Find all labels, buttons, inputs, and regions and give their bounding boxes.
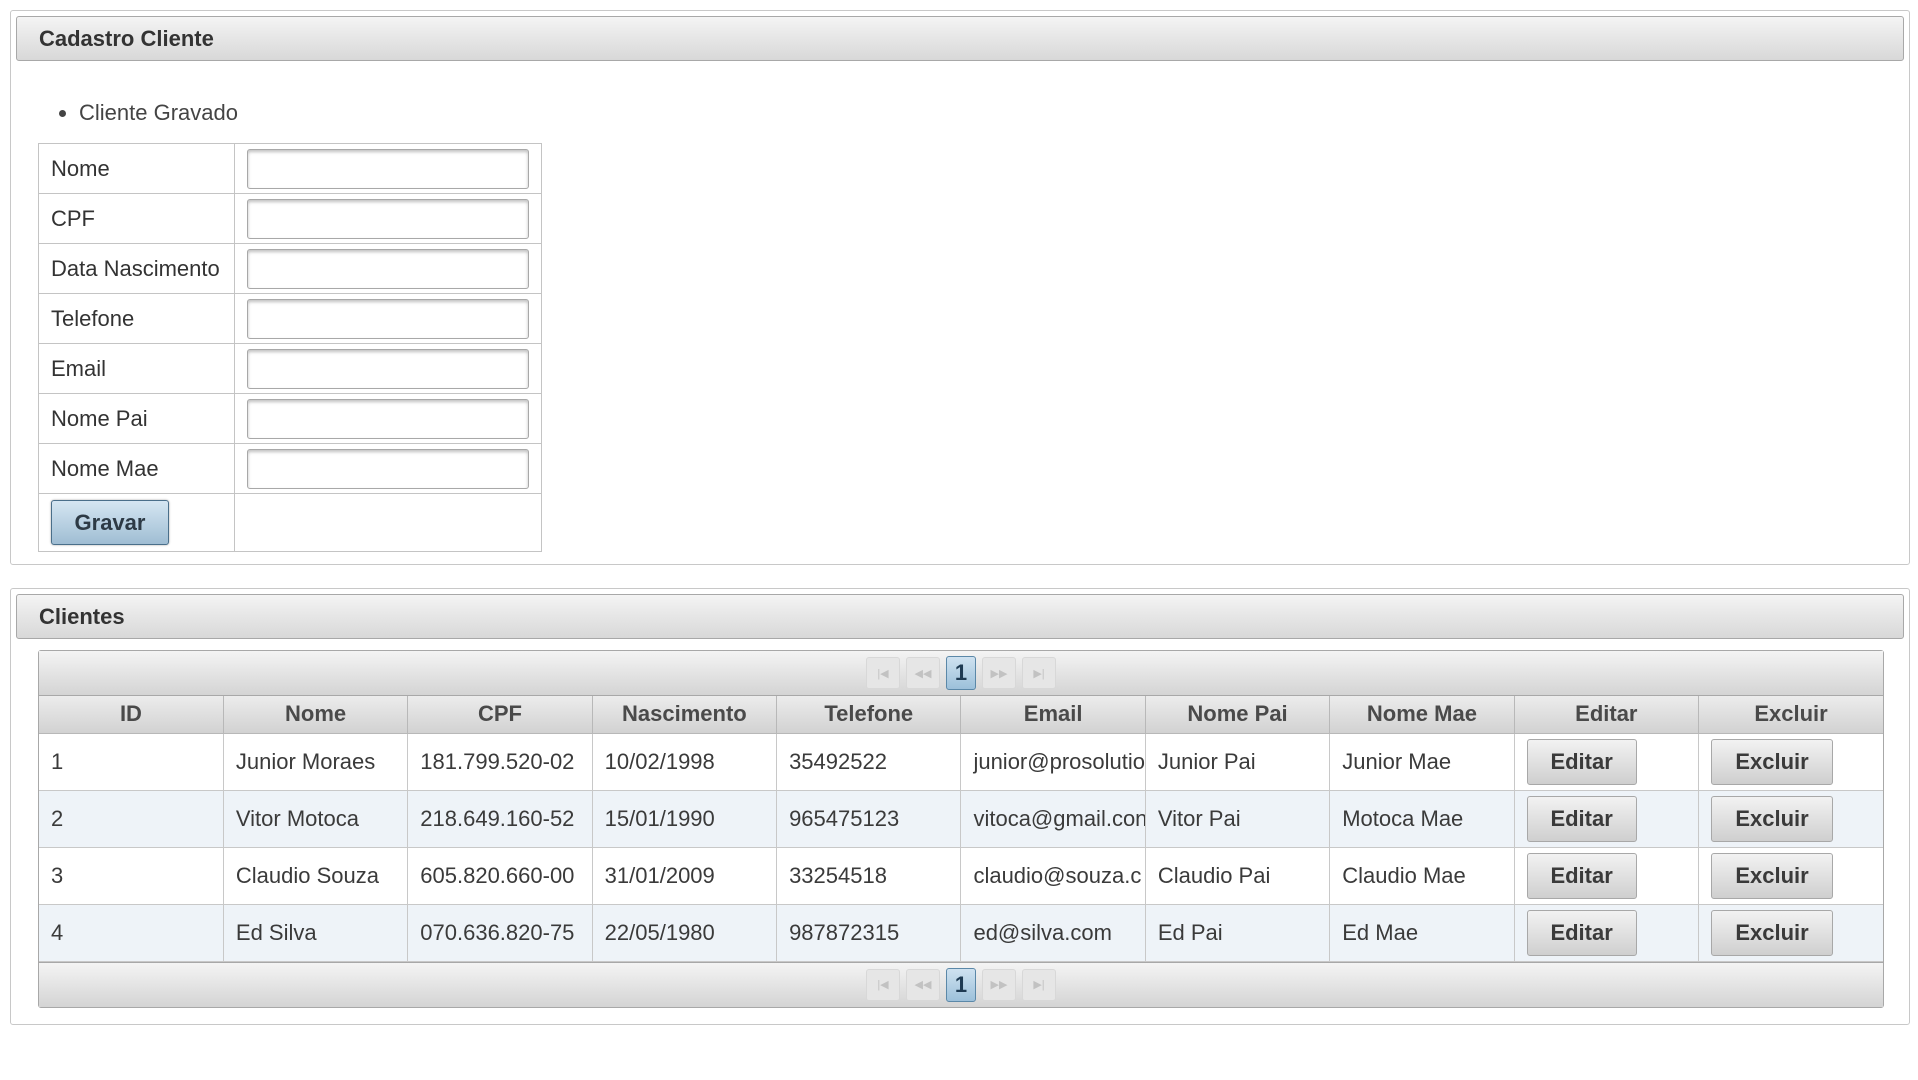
col-telefone[interactable]: Telefone bbox=[776, 696, 962, 734]
prev-page-icon[interactable]: ◀◀ bbox=[906, 657, 940, 689]
table-header-row: ID Nome CPF Nascimento Telefone Email No… bbox=[39, 696, 1883, 734]
cell-nome-pai: Ed Pai bbox=[1144, 903, 1331, 962]
cell-nome-pai: Junior Pai bbox=[1144, 732, 1331, 791]
editar-button[interactable]: Editar bbox=[1526, 852, 1637, 899]
data-nascimento-input[interactable] bbox=[247, 248, 529, 289]
cell-nome: Vitor Motoca bbox=[222, 789, 409, 848]
cell-id: 2 bbox=[39, 789, 224, 848]
cell-nascimento: 22/05/1980 bbox=[591, 903, 778, 962]
last-page-icon[interactable]: ▶| bbox=[1022, 657, 1056, 689]
cell-email: junior@prosolutio bbox=[960, 732, 1146, 791]
col-nome-pai[interactable]: Nome Pai bbox=[1144, 696, 1331, 734]
nome-mae-label: Nome Mae bbox=[38, 443, 235, 494]
cell-cpf: 218.649.160-52 bbox=[407, 789, 593, 848]
nome-label: Nome bbox=[38, 143, 235, 194]
col-email[interactable]: Email bbox=[960, 696, 1146, 734]
nome-input[interactable] bbox=[247, 148, 529, 189]
first-page-icon[interactable]: |◀ bbox=[866, 968, 900, 1001]
cell-nascimento: 15/01/1990 bbox=[591, 789, 778, 848]
cpf-input[interactable] bbox=[247, 198, 529, 239]
success-message: Cliente Gravado bbox=[79, 93, 238, 133]
cell-email: claudio@souza.c bbox=[960, 846, 1146, 905]
col-nome[interactable]: Nome bbox=[222, 696, 409, 734]
email-label: Email bbox=[38, 343, 235, 394]
cell-cpf: 605.820.660-00 bbox=[407, 846, 593, 905]
cell-cpf: 181.799.520-02 bbox=[407, 732, 593, 791]
nome-pai-input[interactable] bbox=[247, 398, 529, 439]
cell-nome: Junior Moraes bbox=[222, 732, 409, 791]
col-id[interactable]: ID bbox=[39, 696, 224, 734]
page-1-button[interactable]: 1 bbox=[946, 967, 976, 1002]
next-page-icon[interactable]: ▶▶ bbox=[982, 968, 1016, 1001]
nome-mae-input[interactable] bbox=[247, 448, 529, 489]
col-nome-mae[interactable]: Nome Mae bbox=[1329, 696, 1515, 734]
cell-id: 4 bbox=[39, 903, 224, 962]
cell-nome-pai: Vitor Pai bbox=[1144, 789, 1331, 848]
email-input[interactable] bbox=[247, 348, 529, 389]
cadastro-panel-title: Cadastro Cliente bbox=[16, 16, 1904, 61]
first-page-icon[interactable]: |◀ bbox=[866, 657, 900, 689]
cell-telefone: 33254518 bbox=[776, 846, 962, 905]
col-cpf[interactable]: CPF bbox=[407, 696, 593, 734]
col-editar: Editar bbox=[1513, 696, 1700, 734]
telefone-label: Telefone bbox=[38, 293, 235, 344]
page-1-button[interactable]: 1 bbox=[946, 656, 976, 690]
cell-nome-mae: Claudio Mae bbox=[1329, 846, 1515, 905]
excluir-button[interactable]: Excluir bbox=[1711, 738, 1834, 785]
cell-nome: Ed Silva bbox=[222, 903, 409, 962]
paginator-top: |◀ ◀◀ 1 ▶▶ ▶| bbox=[39, 651, 1883, 696]
excluir-button[interactable]: Excluir bbox=[1711, 909, 1834, 956]
editar-button[interactable]: Editar bbox=[1526, 795, 1637, 842]
data-nascimento-label: Data Nascimento bbox=[38, 243, 235, 294]
cell-nome-mae: Junior Mae bbox=[1329, 732, 1515, 791]
clientes-table: ID Nome CPF Nascimento Telefone Email No… bbox=[39, 696, 1883, 962]
cell-nascimento: 31/01/2009 bbox=[591, 846, 778, 905]
cell-nome: Claudio Souza bbox=[222, 846, 409, 905]
table-row[interactable]: 4 Ed Silva 070.636.820-75 22/05/1980 987… bbox=[39, 903, 1883, 962]
col-excluir: Excluir bbox=[1698, 696, 1883, 734]
cell-telefone: 35492522 bbox=[776, 732, 962, 791]
clientes-datatable: |◀ ◀◀ 1 ▶▶ ▶| ID Nome CPF Nascimento Tel… bbox=[38, 650, 1884, 1008]
excluir-button[interactable]: Excluir bbox=[1711, 852, 1834, 899]
cell-email: vitoca@gmail.con bbox=[960, 789, 1146, 848]
excluir-button[interactable]: Excluir bbox=[1711, 795, 1834, 842]
cell-id: 3 bbox=[39, 846, 224, 905]
table-row[interactable]: 1 Junior Moraes 181.799.520-02 10/02/199… bbox=[39, 732, 1883, 791]
next-page-icon[interactable]: ▶▶ bbox=[982, 657, 1016, 689]
editar-button[interactable]: Editar bbox=[1526, 738, 1637, 785]
cell-nascimento: 10/02/1998 bbox=[591, 732, 778, 791]
cell-email: ed@silva.com bbox=[960, 903, 1146, 962]
clientes-panel-title: Clientes bbox=[16, 594, 1904, 639]
cell-id: 1 bbox=[39, 732, 224, 791]
table-row[interactable]: 2 Vitor Motoca 218.649.160-52 15/01/1990… bbox=[39, 789, 1883, 848]
prev-page-icon[interactable]: ◀◀ bbox=[906, 968, 940, 1001]
cell-telefone: 987872315 bbox=[776, 903, 962, 962]
cell-cpf: 070.636.820-75 bbox=[407, 903, 593, 962]
telefone-input[interactable] bbox=[247, 298, 529, 339]
cell-telefone: 965475123 bbox=[776, 789, 962, 848]
cell-nome-mae: Motoca Mae bbox=[1329, 789, 1515, 848]
cliente-form: Nome CPF Data Nascimento Telefone Email … bbox=[38, 143, 542, 552]
cpf-label: CPF bbox=[38, 193, 235, 244]
last-page-icon[interactable]: ▶| bbox=[1022, 968, 1056, 1001]
table-row[interactable]: 3 Claudio Souza 605.820.660-00 31/01/200… bbox=[39, 846, 1883, 905]
col-nascimento[interactable]: Nascimento bbox=[591, 696, 778, 734]
paginator-bottom: |◀ ◀◀ 1 ▶▶ ▶| bbox=[39, 961, 1883, 1007]
cell-nome-pai: Claudio Pai bbox=[1144, 846, 1331, 905]
messages-list: Cliente Gravado bbox=[55, 93, 238, 133]
cell-nome-mae: Ed Mae bbox=[1329, 903, 1515, 962]
editar-button[interactable]: Editar bbox=[1526, 909, 1637, 956]
nome-pai-label: Nome Pai bbox=[38, 393, 235, 444]
gravar-button[interactable]: Gravar bbox=[51, 500, 169, 545]
